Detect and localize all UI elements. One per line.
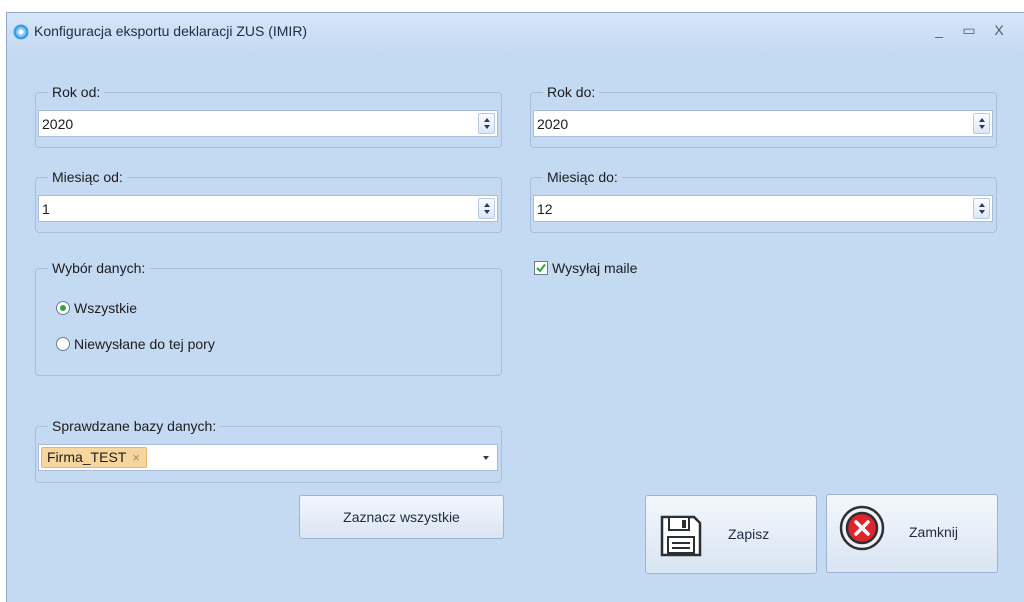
checkmark-icon — [536, 263, 546, 273]
chevron-down-icon[interactable] — [483, 456, 489, 460]
year-to-input[interactable]: 2020 — [533, 110, 993, 137]
window-title: Konfiguracja eksportu deklaracji ZUS (IM… — [34, 23, 308, 39]
year-from-value: 2020 — [42, 116, 74, 132]
databases-group: Sprawdzane bazy danych: Firma_TEST × — [35, 418, 502, 483]
month-from-label: Miesiąc od: — [48, 169, 127, 185]
arrow-up-icon — [979, 203, 985, 207]
title-bar[interactable]: Konfiguracja eksportu deklaracji ZUS (IM… — [7, 13, 1024, 51]
arrow-down-icon — [979, 125, 985, 129]
maximize-button[interactable]: ▭ — [959, 20, 979, 40]
year-from-group: Rok od: 2020 — [35, 84, 502, 148]
database-tag[interactable]: Firma_TEST × — [41, 447, 147, 468]
gear-icon — [13, 24, 29, 40]
database-tag-label: Firma_TEST — [47, 449, 127, 465]
send-emails-label[interactable]: Wysyłaj maile — [552, 260, 637, 276]
month-from-spinner[interactable] — [478, 198, 495, 219]
month-to-input[interactable]: 12 — [533, 195, 993, 222]
year-to-spinner[interactable] — [973, 113, 990, 134]
arrow-down-icon — [484, 125, 490, 129]
radio-all-label: Wszystkie — [74, 300, 137, 316]
year-to-value: 2020 — [537, 116, 569, 132]
year-from-spinner[interactable] — [478, 113, 495, 134]
year-to-group: Rok do: 2020 — [530, 84, 997, 148]
radio-unsent-indicator[interactable] — [56, 337, 70, 351]
radio-unsent-label: Niewysłane do tej pory — [74, 336, 215, 352]
save-button[interactable]: Zapisz — [645, 495, 817, 574]
month-from-group: Miesiąc od: 1 — [35, 169, 502, 233]
data-choice-label: Wybór danych: — [48, 260, 150, 276]
year-from-input[interactable]: 2020 — [38, 110, 498, 137]
databases-label: Sprawdzane bazy danych: — [48, 418, 221, 434]
send-emails-checkbox[interactable] — [534, 261, 548, 275]
arrow-down-icon — [484, 210, 490, 214]
arrow-down-icon — [979, 210, 985, 214]
month-from-input[interactable]: 1 — [38, 195, 498, 222]
month-to-group: Miesiąc do: 12 — [530, 169, 997, 233]
close-button-label: Zamknij — [909, 524, 959, 540]
year-from-label: Rok od: — [48, 84, 105, 100]
databases-combo[interactable]: Firma_TEST × — [38, 444, 498, 471]
arrow-up-icon — [979, 118, 985, 122]
red-x-circle-icon — [839, 505, 885, 551]
dialog-window: Konfiguracja eksportu deklaracji ZUS (IM… — [6, 12, 1024, 602]
minimize-button[interactable]: _ — [929, 20, 949, 40]
close-window-button[interactable]: X — [989, 20, 1009, 40]
arrow-up-icon — [484, 203, 490, 207]
select-all-button[interactable]: Zaznacz wszystkie — [299, 495, 504, 539]
month-from-value: 1 — [42, 201, 50, 217]
month-to-label: Miesiąc do: — [543, 169, 622, 185]
floppy-disk-icon — [660, 515, 702, 557]
save-button-label: Zapisz — [728, 526, 770, 542]
close-button[interactable]: Zamknij — [826, 494, 998, 573]
month-to-spinner[interactable] — [973, 198, 990, 219]
data-choice-group: Wybór danych: Wszystkie Niewysłane do te… — [35, 260, 502, 376]
radio-all-indicator[interactable] — [56, 301, 70, 315]
year-to-label: Rok do: — [543, 84, 600, 100]
remove-tag-icon[interactable]: × — [132, 450, 140, 465]
month-to-value: 12 — [537, 201, 553, 217]
arrow-up-icon — [484, 118, 490, 122]
